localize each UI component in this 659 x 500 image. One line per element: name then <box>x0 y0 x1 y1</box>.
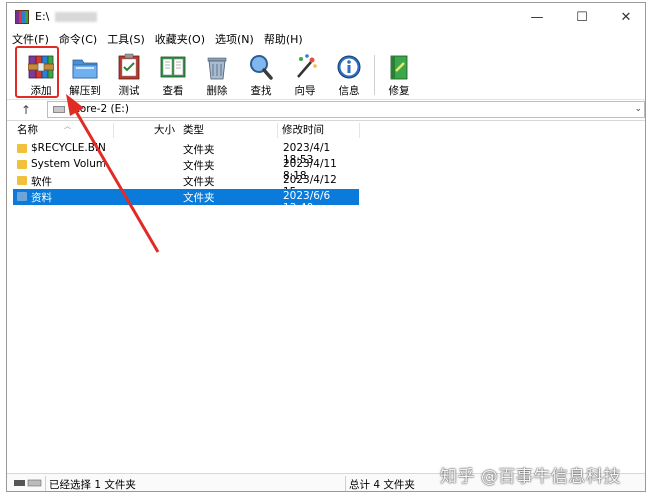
annotation-arrow <box>66 94 160 253</box>
watermark-text: 知乎 @百事牛信息科技 <box>440 467 621 487</box>
